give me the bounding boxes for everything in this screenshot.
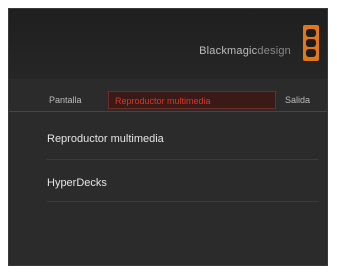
logo-dot (306, 49, 316, 57)
brand-wordmark: Blackmagicdesign (199, 45, 291, 57)
logo-dot (306, 39, 316, 47)
menu-item-reproductor-multimedia[interactable]: Reproductor multimedia (47, 125, 317, 153)
brand-light: design (257, 45, 291, 57)
tab-reproductor-multimedia[interactable]: Reproductor multimedia (108, 91, 276, 109)
tab-pantalla[interactable]: Pantalla (49, 91, 97, 109)
logo-dot (306, 29, 316, 37)
tab-divider (9, 111, 327, 112)
tab-salida[interactable]: Salida (285, 91, 325, 109)
menu-separator (47, 159, 319, 160)
tab-bar: Pantalla Reproductor multimedia Salida (9, 91, 327, 111)
blackmagic-logo-icon (303, 25, 319, 61)
title-bar: Blackmagicdesign (9, 9, 327, 79)
menu-item-hyperdecks[interactable]: HyperDecks (47, 169, 317, 197)
brand-strong: Blackmagic (199, 45, 258, 57)
menu-separator (47, 201, 319, 202)
app-window: Blackmagicdesign Pantalla Reproductor mu… (8, 8, 328, 266)
